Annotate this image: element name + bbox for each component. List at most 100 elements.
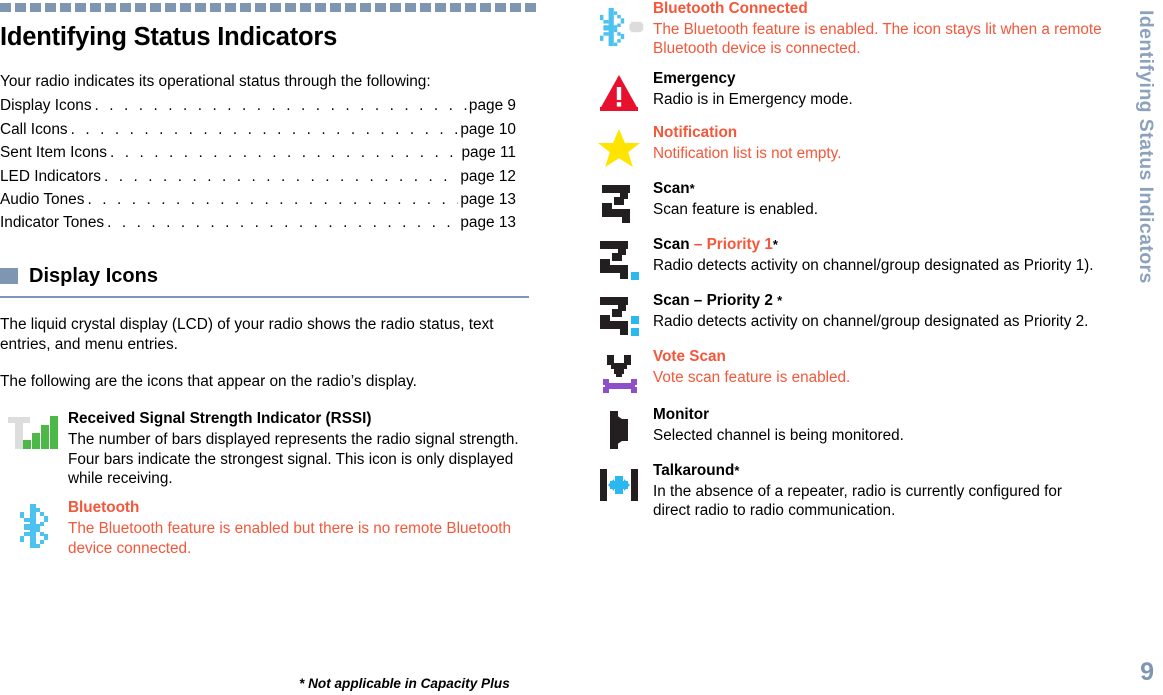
footnote-marker: *: [772, 236, 778, 252]
icon-text: Monitor Selected channel is being monito…: [653, 406, 1102, 445]
icon-title: Received Signal Strength Indicator (RSSI…: [68, 410, 372, 428]
toc-entry[interactable]: Call Icons . . . . . . . . . . . . . . .…: [0, 120, 516, 138]
toc-entry[interactable]: Audio Tones . . . . . . . . . . . . . . …: [0, 190, 516, 208]
icon-title-text: Scan: [653, 235, 694, 253]
icon-description: The Bluetooth feature is enabled. The ic…: [653, 21, 1102, 58]
icon-row: Monitor Selected channel is being monito…: [585, 406, 1102, 451]
icon-text: Bluetooth The Bluetooth feature is enabl…: [68, 499, 540, 558]
icon-text: Vote Scan Vote scan feature is enabled.: [653, 348, 1102, 387]
icon-description: Radio detects activity on channel/group …: [653, 256, 1094, 274]
icon-text: Received Signal Strength Indicator (RSSI…: [68, 410, 540, 488]
icon-row: Scan – Priority 1* Radio detects activit…: [585, 236, 1102, 281]
toc-label: LED Indicators: [0, 167, 101, 185]
toc-page-ref: page 10: [460, 120, 516, 138]
footnote-marker: *: [777, 292, 783, 308]
icon-table-right: Bluetooth Connected The Bluetooth featur…: [585, 0, 1102, 520]
icon-title: Scan – Priority 2 *: [653, 292, 1102, 310]
icon-text: Talkaround* In the absence of a repeater…: [653, 462, 1102, 521]
rssi-icon: [8, 416, 58, 450]
icon-cell: [0, 410, 68, 455]
icon-title: Notification: [653, 123, 738, 141]
section-marker-icon: [0, 268, 18, 285]
icon-row: Received Signal Strength Indicator (RSSI…: [0, 410, 540, 488]
toc-leader-dots: . . . . . . . . . . . . . . . . . . . . …: [87, 191, 458, 208]
icon-table-left: Received Signal Strength Indicator (RSSI…: [0, 410, 540, 557]
section-underline: [0, 295, 529, 299]
sidebar-chapter-title: Identifying Status Indicators: [1135, 10, 1157, 284]
toc-entry[interactable]: Display Icons . . . . . . . . . . . . . …: [0, 97, 516, 115]
icon-cell: [585, 180, 653, 225]
icon-cell: [585, 124, 653, 169]
section-heading: Display Icons: [0, 265, 540, 288]
icon-description: Radio is in Emergency mode.: [653, 90, 853, 108]
page-number: 9: [1140, 658, 1154, 686]
icon-title-text: Scan – Priority 2: [653, 291, 778, 309]
icon-text: Scan* Scan feature is enabled.: [653, 180, 1102, 219]
right-column: Bluetooth Connected The Bluetooth featur…: [585, 0, 1102, 531]
icon-cell: [585, 70, 653, 113]
icon-cell: [585, 348, 653, 395]
toc-label: Indicator Tones: [0, 214, 105, 232]
icon-cell: [585, 0, 653, 51]
icon-cell: [585, 292, 653, 337]
icon-description: Radio detects activity on channel/group …: [653, 312, 1089, 330]
toc-label: Sent Item Icons: [0, 144, 107, 162]
icon-title-text: Talkaround: [653, 461, 735, 479]
icon-title: Bluetooth Connected: [653, 0, 808, 17]
toc-page-ref: page 13: [460, 190, 516, 208]
left-column: Identifying Status Indicators Your radio…: [0, 0, 540, 569]
toc-leader-dots: . . . . . . . . . . . . . . . . . . . . …: [107, 215, 458, 231]
icon-description: The number of bars displayed represents …: [68, 431, 519, 487]
icon-title: Vote Scan: [653, 347, 726, 365]
bluetooth-connected-icon: [599, 7, 644, 47]
icon-row: Emergency Radio is in Emergency mode.: [585, 70, 1102, 113]
intro-paragraph: Your radio indicates its operational sta…: [0, 73, 431, 91]
icon-title-highlight: – Priority 1: [693, 235, 773, 253]
toc-label: Audio Tones: [0, 190, 85, 208]
toc-label: Display Icons: [0, 97, 92, 115]
icon-row: Scan* Scan feature is enabled.: [585, 180, 1102, 225]
scan-icon: [602, 184, 630, 223]
toc-leader-dots: . . . . . . . . . . . . . . . . . . . . …: [103, 168, 458, 184]
toc-entry[interactable]: Indicator Tones . . . . . . . . . . . . …: [0, 214, 516, 232]
toc-label: Call Icons: [0, 120, 68, 138]
icon-cell: [585, 462, 653, 505]
toc-entry[interactable]: LED Indicators . . . . . . . . . . . . .…: [0, 167, 516, 185]
icon-text: Bluetooth Connected The Bluetooth featur…: [653, 0, 1102, 59]
icon-title: Talkaround*: [653, 462, 1102, 480]
icon-row: Vote Scan Vote scan feature is enabled.: [585, 348, 1102, 395]
icon-description: Notification list is not empty.: [653, 144, 842, 162]
toc-page-ref: page 13: [460, 214, 516, 232]
top-dashed-rule: [0, 3, 536, 12]
section-paragraph-2: The following are the icons that appear …: [0, 372, 417, 390]
icon-description: In the absence of a repeater, radio is c…: [653, 482, 1063, 519]
icon-title: Monitor: [653, 405, 710, 423]
toc-page-ref: page 9: [468, 97, 516, 115]
icon-row: Bluetooth Connected The Bluetooth featur…: [585, 0, 1102, 59]
scan-priority-1-icon: [600, 240, 639, 280]
bluetooth-icon: [20, 504, 48, 549]
section-title: Display Icons: [29, 264, 158, 287]
vote-scan-icon: [603, 354, 637, 393]
toc-entry[interactable]: Sent Item Icons . . . . . . . . . . . . …: [0, 144, 517, 162]
icon-row: Scan – Priority 2 * Radio detects activi…: [585, 292, 1102, 337]
footnote-marker: *: [689, 180, 695, 196]
emergency-icon: [600, 74, 638, 111]
toc-page-ref: page 11: [461, 144, 517, 162]
document-page: Identifying Status Indicators Your radio…: [0, 0, 1163, 695]
toc-leader-dots: . . . . . . . . . . . . . . . . . . . . …: [94, 98, 467, 114]
section-paragraph-1: The liquid crystal display (LCD) of your…: [0, 316, 494, 353]
icon-cell: [585, 236, 653, 281]
icon-description: Selected channel is being monitored.: [653, 426, 904, 444]
footnote-marker: *: [734, 462, 740, 478]
toc-page-ref: page 12: [460, 167, 516, 185]
page-sidebar: Identifying Status Indicators 9: [1102, 0, 1163, 695]
page-footnote: * Not applicable in Capacity Plus: [299, 676, 510, 691]
monitor-icon: [610, 410, 628, 449]
talkaround-icon: [600, 468, 638, 501]
table-of-contents: Display Icons . . . . . . . . . . . . . …: [0, 97, 540, 232]
icon-text: Emergency Radio is in Emergency mode.: [653, 70, 1102, 109]
icon-description: Vote scan feature is enabled.: [653, 368, 851, 386]
icon-title: Bluetooth: [68, 499, 140, 517]
icon-cell: [0, 499, 68, 550]
